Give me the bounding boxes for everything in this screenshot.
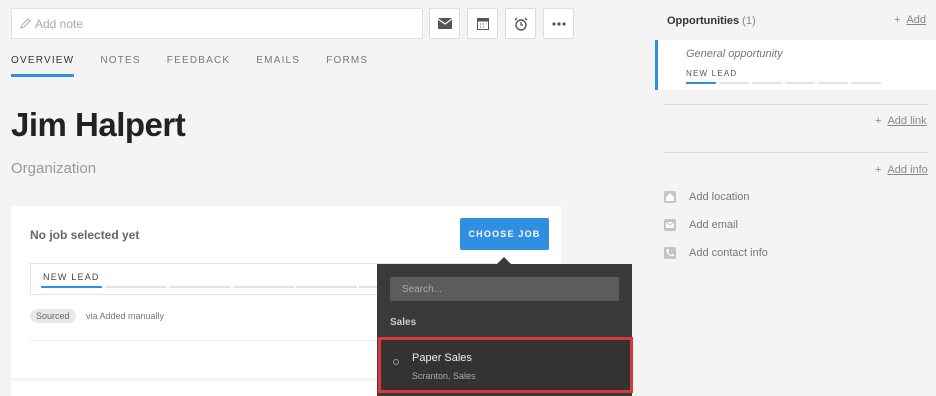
job-search-input[interactable]: Search... <box>390 277 619 301</box>
no-job-text: No job selected yet <box>30 228 140 242</box>
add-contact-info-label: Add contact info <box>689 247 768 259</box>
stage-segment <box>41 286 102 288</box>
opportunity-stage: NEW LEAD <box>686 69 738 78</box>
add-link-link[interactable]: + Add link <box>875 115 927 127</box>
add-note-placeholder: Add note <box>35 16 84 31</box>
envelope-icon <box>437 18 452 29</box>
stage-label: NEW LEAD <box>43 272 100 282</box>
tab-feedback[interactable]: FEEDBACK <box>167 55 231 75</box>
more-button[interactable] <box>543 8 574 39</box>
pencil-icon <box>20 18 31 29</box>
opportunities-title: Opportunities (1) <box>667 15 756 27</box>
email-button[interactable] <box>429 8 460 39</box>
schedule-button[interactable] <box>467 8 498 39</box>
stage-segment <box>752 82 782 84</box>
plus-icon: + <box>875 164 882 176</box>
stage-segment <box>105 286 166 288</box>
add-opportunity-link[interactable]: + Add <box>894 14 926 26</box>
opportunity-card[interactable]: General opportunity NEW LEAD <box>655 40 936 90</box>
calendar-icon <box>476 18 489 30</box>
phone-icon <box>664 247 676 259</box>
candidate-organization[interactable]: Organization <box>11 160 96 177</box>
stage-segment <box>169 286 230 288</box>
stage-segment <box>818 82 848 84</box>
radio-circle-icon <box>393 359 399 365</box>
tab-forms[interactable]: FORMS <box>326 55 368 75</box>
add-opportunity-label: Add <box>906 14 927 26</box>
job-option[interactable]: Paper Sales Scranton, Sales <box>378 337 633 393</box>
stage-segment <box>785 82 815 84</box>
add-link-label: Add link <box>887 115 927 127</box>
stage-segment <box>233 286 294 288</box>
plus-icon: + <box>875 115 882 127</box>
opportunities-count: (1) <box>742 15 756 27</box>
job-option-title: Paper Sales <box>412 352 472 364</box>
tab-emails[interactable]: EMAILS <box>256 55 300 75</box>
add-info-link[interactable]: + Add info <box>875 164 928 176</box>
add-note-input[interactable]: Add note <box>11 8 423 39</box>
add-location-label: Add location <box>689 191 750 203</box>
divider <box>663 152 929 153</box>
choose-job-dropdown: Search... Sales Paper Sales Scranton, Sa… <box>377 257 633 396</box>
opportunity-name: General opportunity <box>686 48 783 60</box>
home-icon <box>664 191 676 203</box>
reminder-button[interactable] <box>505 8 536 39</box>
add-location-row[interactable]: Add location <box>664 191 750 203</box>
tab-bar: OVERVIEW NOTES FEEDBACK EMAILS FORMS <box>11 55 394 77</box>
add-email-row[interactable]: Add email <box>664 219 738 231</box>
add-info-label: Add info <box>887 164 928 176</box>
stage-segment <box>719 82 749 84</box>
sourced-badge: Sourced <box>30 309 76 323</box>
opportunities-label: Opportunities <box>667 15 740 27</box>
more-dots-icon <box>551 21 566 26</box>
stage-segment <box>851 82 881 84</box>
choose-job-button[interactable]: CHOOSE JOB <box>460 218 549 250</box>
candidate-name: Jim Halpert <box>11 106 186 143</box>
job-group-label: Sales <box>390 317 417 328</box>
add-email-label: Add email <box>689 219 738 231</box>
source-via-text: via Added manually <box>86 311 165 321</box>
tab-overview[interactable]: OVERVIEW <box>11 55 75 77</box>
envelope-icon <box>664 219 676 231</box>
divider <box>663 104 929 105</box>
plus-icon: + <box>894 14 901 26</box>
job-option-subtitle: Scranton, Sales <box>412 371 476 381</box>
tab-notes[interactable]: NOTES <box>100 55 140 75</box>
alarm-clock-icon <box>514 17 527 31</box>
stage-segment <box>686 82 716 84</box>
add-contact-info-row[interactable]: Add contact info <box>664 247 768 259</box>
stage-segment <box>296 286 357 288</box>
